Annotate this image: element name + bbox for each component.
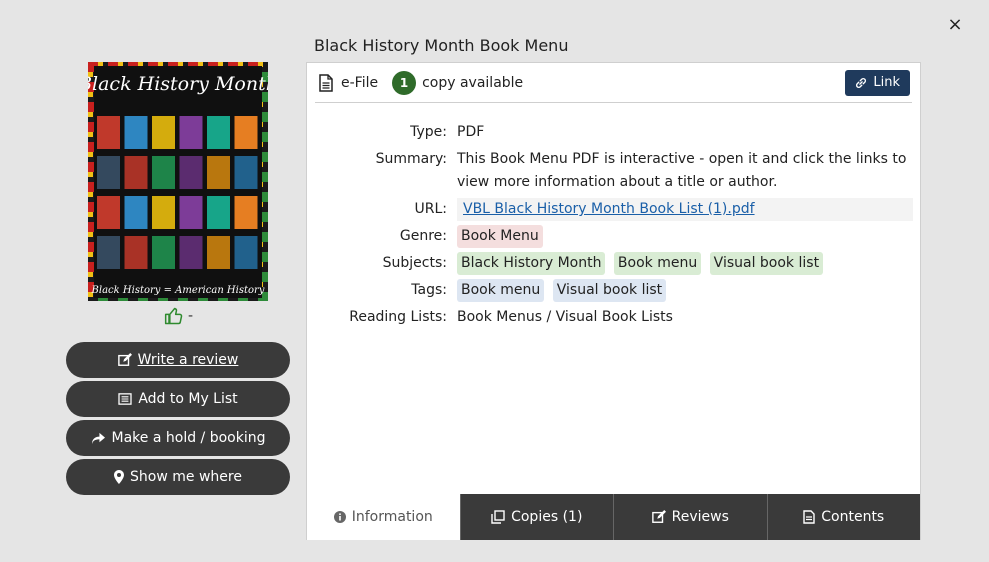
cover-subtitle-text: Black History = American History bbox=[91, 285, 265, 296]
like-control[interactable]: - bbox=[164, 306, 193, 326]
tab-reviews[interactable]: Reviews bbox=[613, 494, 767, 540]
reading-lists-label: Reading Lists: bbox=[349, 309, 447, 325]
mini-book-cover bbox=[152, 236, 175, 269]
record-title: Black History Month Book Menu bbox=[314, 36, 569, 55]
mini-book-cover bbox=[124, 236, 148, 269]
show-me-where-button[interactable]: Show me where bbox=[66, 459, 290, 495]
url-label: URL: bbox=[414, 201, 448, 217]
mini-book-cover bbox=[207, 156, 230, 189]
url-link[interactable]: VBL Black History Month Book List (1).pd… bbox=[463, 201, 755, 217]
tab-reviews-label: Reviews bbox=[671, 509, 729, 525]
mini-book-cover bbox=[234, 116, 258, 149]
mini-book-cover bbox=[207, 116, 230, 149]
show-me-where-label: Show me where bbox=[130, 469, 242, 485]
mini-book-cover bbox=[179, 156, 203, 189]
genre-values: Book Menu bbox=[457, 225, 913, 248]
summary-label: Summary: bbox=[375, 151, 447, 167]
thumbs-up-icon bbox=[164, 307, 183, 325]
subject-chip[interactable]: Visual book list bbox=[709, 252, 824, 275]
tab-contents-label: Contents bbox=[821, 509, 885, 525]
genre-label: Genre: bbox=[399, 228, 447, 244]
reading-lists-value: Book Menus / Visual Book Lists bbox=[457, 309, 673, 325]
summary-value: This Book Menu PDF is interactive - open… bbox=[457, 151, 907, 190]
record-panel: e-File 1 copy available Link Type: PDF S… bbox=[306, 62, 921, 540]
like-count: - bbox=[188, 308, 194, 324]
availability-text: copy available bbox=[422, 74, 524, 91]
add-to-list-label: Add to My List bbox=[138, 391, 238, 407]
map-marker-icon bbox=[114, 470, 125, 484]
hold-booking-button[interactable]: Make a hold / booking bbox=[66, 420, 290, 456]
mini-book-cover bbox=[207, 196, 230, 229]
record-tabs: Information Copies (1) Reviews Contents bbox=[307, 494, 920, 540]
format-label: e-File bbox=[341, 74, 379, 91]
copies-icon bbox=[491, 510, 505, 524]
link-button[interactable]: Link bbox=[845, 69, 910, 96]
mini-book-cover bbox=[234, 236, 258, 269]
mini-book-cover bbox=[124, 116, 148, 149]
availability-status: 1 copy available bbox=[392, 70, 524, 95]
action-buttons: Write a review Add to My List Make a hol… bbox=[66, 342, 290, 498]
write-review-label: Write a review bbox=[137, 352, 239, 368]
details-list: Type: PDF Summary: This Book Menu PDF is… bbox=[307, 121, 913, 333]
edit-icon bbox=[117, 353, 132, 366]
tags-label: Tags: bbox=[411, 282, 447, 298]
tab-information[interactable]: Information bbox=[307, 494, 460, 540]
mini-book-cover bbox=[179, 236, 203, 269]
mini-book-cover bbox=[207, 236, 230, 269]
link-label: Link bbox=[873, 75, 900, 90]
hold-booking-label: Make a hold / booking bbox=[111, 430, 266, 446]
write-review-button[interactable]: Write a review bbox=[66, 342, 290, 378]
type-row: Type: PDF bbox=[307, 121, 913, 144]
availability-bar: e-File 1 copy available Link bbox=[315, 63, 912, 103]
mini-book-cover bbox=[152, 116, 175, 149]
type-label: Type: bbox=[410, 124, 447, 140]
link-icon bbox=[856, 77, 867, 88]
summary-row: Summary: This Book Menu PDF is interacti… bbox=[307, 148, 913, 194]
mini-book-cover bbox=[124, 196, 148, 229]
mini-book-cover bbox=[97, 156, 120, 189]
edit-icon bbox=[651, 510, 666, 523]
mini-book-cover bbox=[179, 116, 203, 149]
mini-book-cover bbox=[152, 196, 175, 229]
genre-row: Genre: Book Menu bbox=[307, 225, 913, 248]
url-row: URL: VBL Black History Month Book List (… bbox=[307, 198, 913, 221]
subjects-row: Subjects: Black History Month Book menu … bbox=[307, 252, 913, 275]
mini-book-cover bbox=[124, 156, 148, 189]
type-value: PDF bbox=[457, 124, 485, 140]
subject-values: Black History Month Book menu Visual boo… bbox=[457, 252, 913, 275]
info-icon bbox=[333, 511, 346, 523]
tag-chip[interactable]: Book menu bbox=[457, 279, 545, 302]
close-button[interactable]: × bbox=[946, 14, 964, 36]
document-icon bbox=[803, 510, 815, 524]
add-to-list-button[interactable]: Add to My List bbox=[66, 381, 290, 417]
mini-book-cover bbox=[234, 196, 258, 229]
genre-chip[interactable]: Book Menu bbox=[457, 225, 543, 248]
file-icon bbox=[319, 73, 333, 92]
mini-book-cover bbox=[97, 236, 120, 269]
list-icon bbox=[118, 393, 132, 405]
subjects-label: Subjects: bbox=[382, 255, 447, 271]
cover-title-text: Black History Month bbox=[88, 73, 268, 95]
tab-information-label: Information bbox=[351, 509, 433, 525]
tab-copies[interactable]: Copies (1) bbox=[459, 494, 613, 540]
mini-book-cover bbox=[152, 156, 175, 189]
format-indicator: e-File bbox=[319, 73, 379, 92]
share-arrow-icon bbox=[91, 432, 105, 444]
tag-chip[interactable]: Visual book list bbox=[552, 279, 667, 302]
tags-row: Tags: Book menu Visual book list bbox=[307, 279, 913, 302]
reading-lists-row: Reading Lists: Book Menus / Visual Book … bbox=[307, 306, 913, 329]
mini-book-cover bbox=[234, 156, 258, 189]
mini-book-cover bbox=[179, 196, 203, 229]
tab-contents[interactable]: Contents bbox=[766, 494, 920, 540]
mini-book-cover bbox=[97, 196, 120, 229]
tab-copies-label: Copies (1) bbox=[511, 509, 583, 525]
subject-chip[interactable]: Book menu bbox=[613, 252, 702, 275]
subject-chip[interactable]: Black History Month bbox=[457, 252, 606, 275]
mini-book-cover bbox=[97, 116, 120, 149]
tag-values: Book menu Visual book list bbox=[457, 279, 913, 302]
book-cover: Black History Month Black History = Amer… bbox=[88, 62, 268, 301]
url-value: VBL Black History Month Book List (1).pd… bbox=[457, 198, 913, 221]
copy-count-badge: 1 bbox=[392, 70, 417, 95]
